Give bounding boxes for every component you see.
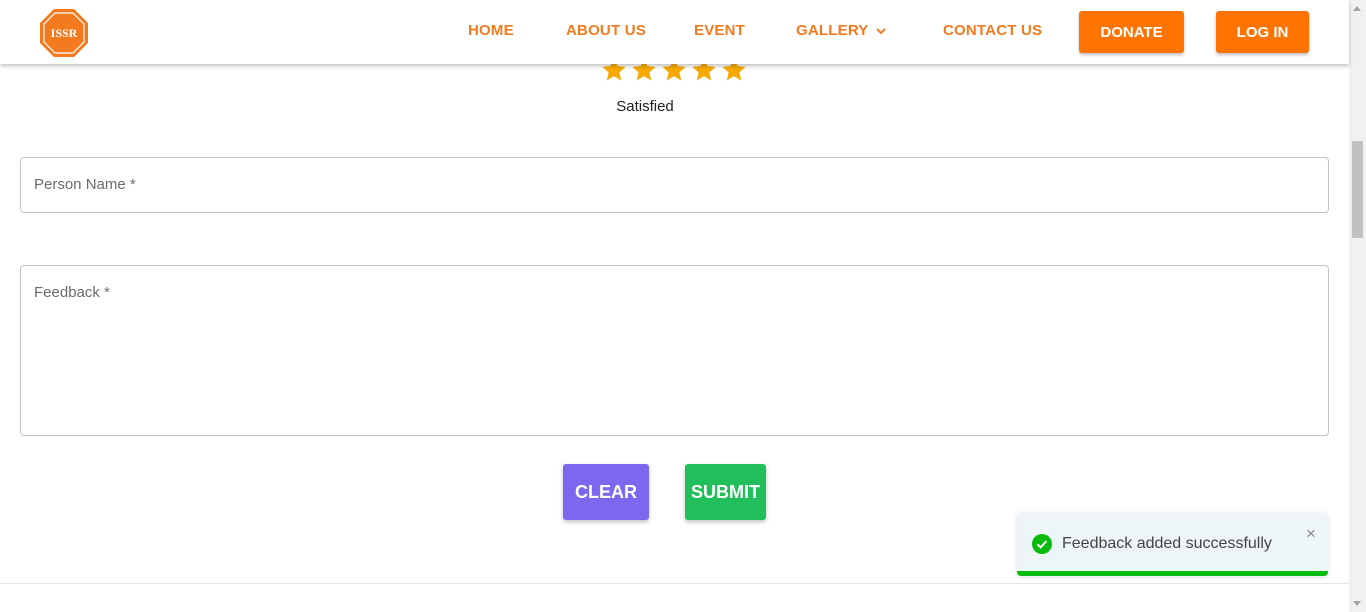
login-button[interactable]: LOG IN [1216,11,1309,53]
rating-label: Satisfied [616,98,674,115]
chevron-down-icon[interactable] [874,24,888,38]
nav-contact-us[interactable]: CONTACT US [943,22,1042,39]
issr-logo[interactable]: ISSR [39,8,89,58]
nav-home[interactable]: HOME [468,22,514,39]
feedback-label: Feedback * [34,284,110,301]
submit-button[interactable]: SUBMIT [685,464,766,520]
page-scrollbar[interactable] [1349,0,1366,612]
clear-button[interactable]: CLEAR [563,464,649,520]
close-icon[interactable]: × [1306,524,1316,544]
nav-gallery[interactable]: GALLERY [796,22,869,39]
top-navbar: ISSR HOME ABOUT US EVENT GALLERY CONTACT… [0,0,1349,64]
scroll-down-icon[interactable] [1353,601,1361,606]
divider [0,583,1349,584]
check-circle-icon [1032,534,1052,554]
donate-button[interactable]: DONATE [1079,11,1184,53]
scroll-up-icon[interactable] [1353,6,1361,11]
nav-event[interactable]: EVENT [694,22,745,39]
success-toast[interactable]: Feedback added successfully × [1017,513,1328,576]
scroll-thumb[interactable] [1352,141,1363,238]
person-name-field[interactable]: Person Name * [20,157,1329,213]
person-name-label: Person Name * [34,176,136,193]
nav-about-us[interactable]: ABOUT US [566,22,646,39]
toast-message: Feedback added successfully [1062,535,1272,552]
toast-progress-bar [1017,571,1328,576]
feedback-field[interactable]: Feedback * [20,265,1329,436]
logo-text: ISSR [51,26,78,40]
